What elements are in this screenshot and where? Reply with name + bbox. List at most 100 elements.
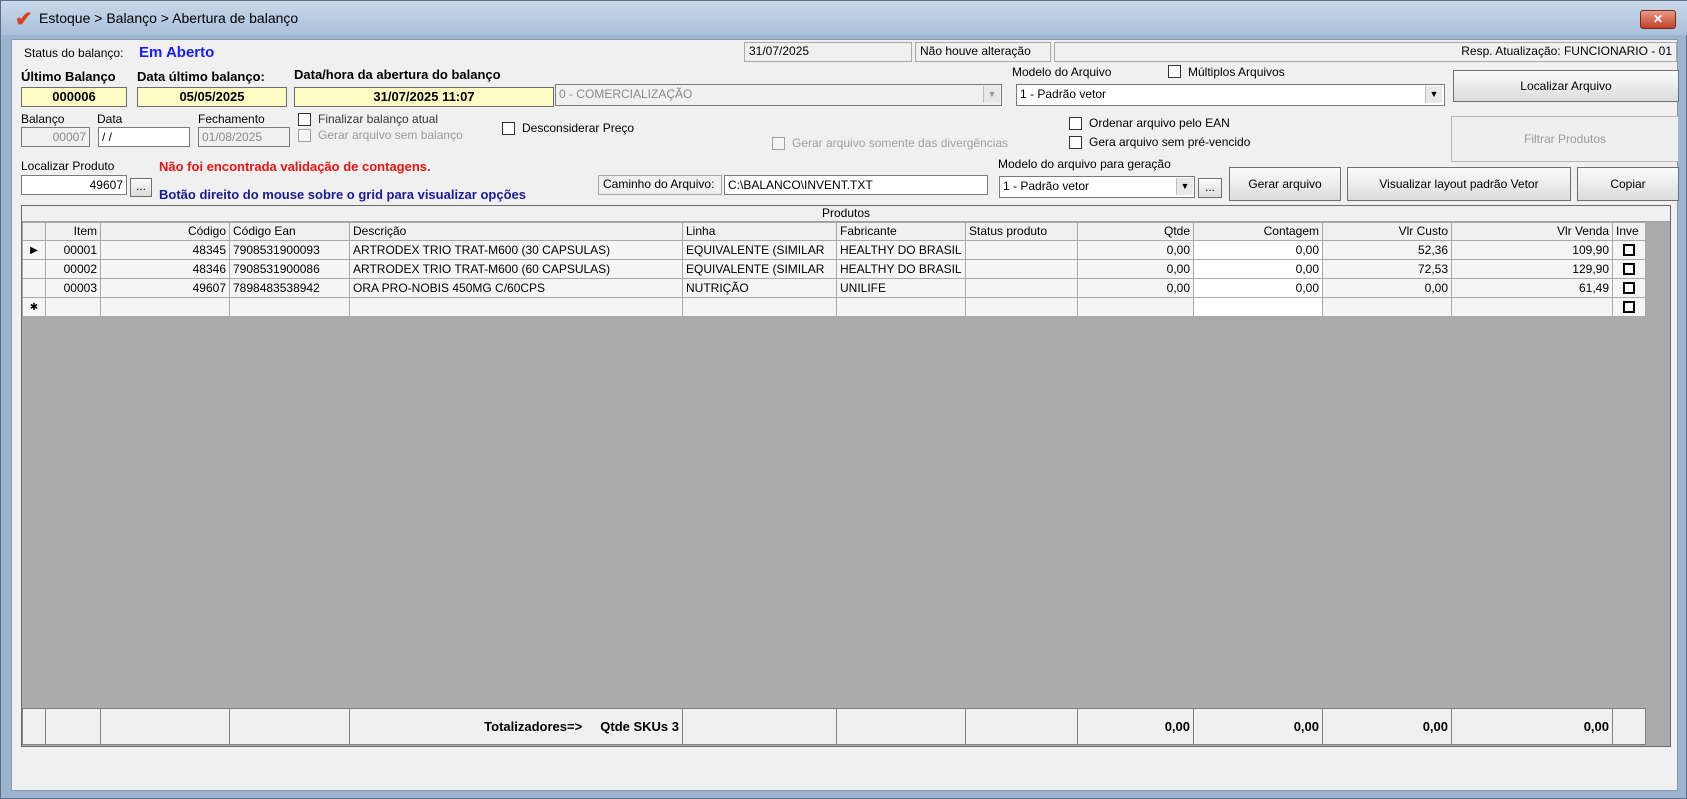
row-selector-header: [22, 222, 46, 241]
cell-codigo[interactable]: 48346: [100, 259, 230, 279]
localizar-produto-input[interactable]: 49607: [21, 175, 127, 195]
modelo-geracao-dots-button[interactable]: ...: [1198, 178, 1222, 198]
cell-inve[interactable]: [1612, 259, 1646, 279]
cell-fabricante[interactable]: HEALTHY DO BRASIL: [836, 240, 966, 260]
cell-ean[interactable]: 7908531900093: [229, 240, 350, 260]
cell-fabricante[interactable]: UNILIFE: [836, 278, 966, 298]
cell-item[interactable]: 00001: [45, 240, 101, 260]
filtrar-produtos-button[interactable]: Filtrar Produtos: [1451, 116, 1679, 162]
cell-ean[interactable]: 7898483538942: [229, 278, 350, 298]
col-header-fabricante[interactable]: Fabricante: [836, 222, 966, 241]
produtos-grid[interactable]: Produtos Item Código Código Ean Descriçã…: [21, 205, 1671, 747]
cell-linha[interactable]: EQUIVALENTE (SIMILAR: [682, 259, 837, 279]
modelo-geracao-combo[interactable]: 1 - Padrão vetor: [999, 176, 1195, 198]
new-cell[interactable]: [682, 297, 837, 317]
col-header-contagem[interactable]: Contagem: [1193, 222, 1323, 241]
inve-checkbox[interactable]: [1623, 282, 1635, 295]
desconsiderar-checkbox[interactable]: [502, 122, 515, 135]
col-header-item[interactable]: Item: [45, 222, 101, 241]
cell-linha[interactable]: NUTRIÇÃO: [682, 278, 837, 298]
new-cell[interactable]: [229, 297, 350, 317]
cell-fabricante[interactable]: HEALTHY DO BRASIL: [836, 259, 966, 279]
col-header-descricao[interactable]: Descrição: [349, 222, 683, 241]
cell-inve[interactable]: [1612, 297, 1646, 317]
col-header-linha[interactable]: Linha: [682, 222, 837, 241]
gerar-arquivo-button[interactable]: Gerar arquivo: [1229, 167, 1341, 201]
new-cell[interactable]: [965, 297, 1078, 317]
somente-div-checkbox[interactable]: [772, 137, 785, 150]
cell-status[interactable]: [965, 278, 1078, 298]
cell-descricao[interactable]: ARTRODEX TRIO TRAT-M600 (60 CAPSULAS): [349, 259, 683, 279]
row-selector[interactable]: [22, 278, 46, 298]
chevron-down-icon[interactable]: ▼: [1425, 86, 1442, 103]
new-cell[interactable]: [349, 297, 683, 317]
new-cell[interactable]: [1322, 297, 1452, 317]
new-cell[interactable]: [100, 297, 230, 317]
totals-blank: [1612, 708, 1646, 745]
cell-custo[interactable]: 52,36: [1322, 240, 1452, 260]
cell-item[interactable]: 00002: [45, 259, 101, 279]
close-button[interactable]: ✕: [1640, 10, 1676, 29]
inve-checkbox[interactable]: [1623, 263, 1635, 276]
table-row[interactable]: 00002 48346 7908531900086 ARTRODEX TRIO …: [22, 259, 1646, 279]
cell-status[interactable]: [965, 240, 1078, 260]
cell-venda[interactable]: 109,90: [1451, 240, 1613, 260]
chevron-down-icon[interactable]: ▼: [1176, 178, 1193, 195]
new-cell[interactable]: [1193, 297, 1323, 317]
gerar-sem-checkbox[interactable]: [298, 129, 311, 142]
modelo-geracao-value: 1 - Padrão vetor: [1003, 179, 1090, 193]
col-header-codigo[interactable]: Código: [100, 222, 230, 241]
cell-inve[interactable]: [1612, 278, 1646, 298]
new-cell[interactable]: [1077, 297, 1194, 317]
cell-qtde[interactable]: 0,00: [1077, 278, 1194, 298]
col-header-venda[interactable]: Vlr Venda: [1451, 222, 1613, 241]
cell-custo[interactable]: 0,00: [1322, 278, 1452, 298]
cell-codigo[interactable]: 48345: [100, 240, 230, 260]
copiar-button[interactable]: Copiar: [1577, 167, 1679, 201]
table-row[interactable]: ▶ 00001 48345 7908531900093 ARTRODEX TRI…: [22, 240, 1646, 260]
cell-contagem[interactable]: 0,00: [1193, 278, 1323, 298]
cell-custo[interactable]: 72,53: [1322, 259, 1452, 279]
cell-descricao[interactable]: ORA PRO-NOBIS 450MG C/60CPS: [349, 278, 683, 298]
title-bar: ✔ Estoque > Balanço > Abertura de balanç…: [1, 1, 1687, 35]
row-selector[interactable]: [22, 259, 46, 279]
col-header-status[interactable]: Status produto: [965, 222, 1078, 241]
visualizar-layout-button[interactable]: Visualizar layout padrão Vetor: [1347, 167, 1571, 201]
table-row[interactable]: 00003 49607 7898483538942 ORA PRO-NOBIS …: [22, 278, 1646, 298]
col-header-ean[interactable]: Código Ean: [229, 222, 350, 241]
col-header-custo[interactable]: Vlr Custo: [1322, 222, 1452, 241]
localizar-produto-dots-button[interactable]: ...: [130, 178, 152, 197]
cell-descricao[interactable]: ARTRODEX TRIO TRAT-M600 (30 CAPSULAS): [349, 240, 683, 260]
grid-caption: Produtos: [22, 206, 1670, 222]
cell-qtde[interactable]: 0,00: [1077, 240, 1194, 260]
data-field[interactable]: / /: [98, 127, 190, 147]
sem-prevenc-checkbox[interactable]: [1069, 136, 1082, 149]
inve-checkbox[interactable]: [1623, 301, 1635, 314]
new-row[interactable]: ✱: [22, 297, 1646, 317]
somente-div-label: Gerar arquivo somente das divergências: [792, 136, 1009, 150]
cell-status[interactable]: [965, 259, 1078, 279]
caminho-input[interactable]: C:\BALANCO\INVENT.TXT: [724, 175, 988, 195]
modelo-combo[interactable]: 1 - Padrão vetor: [1016, 84, 1445, 106]
cell-ean[interactable]: 7908531900086: [229, 259, 350, 279]
cell-qtde[interactable]: 0,00: [1077, 259, 1194, 279]
cell-inve[interactable]: [1612, 240, 1646, 260]
new-cell[interactable]: [836, 297, 966, 317]
change-status: Não houve alteração: [915, 42, 1051, 62]
col-header-inve[interactable]: Inve: [1612, 222, 1646, 241]
multiplos-checkbox[interactable]: [1168, 65, 1181, 78]
new-cell[interactable]: [1451, 297, 1613, 317]
inve-checkbox[interactable]: [1623, 244, 1635, 257]
new-cell[interactable]: [45, 297, 101, 317]
cell-codigo[interactable]: 49607: [100, 278, 230, 298]
cell-venda[interactable]: 129,90: [1451, 259, 1613, 279]
cell-venda[interactable]: 61,49: [1451, 278, 1613, 298]
cell-linha[interactable]: EQUIVALENTE (SIMILAR: [682, 240, 837, 260]
cell-item[interactable]: 00003: [45, 278, 101, 298]
cell-contagem[interactable]: 0,00: [1193, 240, 1323, 260]
finalizar-checkbox[interactable]: [298, 113, 311, 126]
col-header-qtde[interactable]: Qtde: [1077, 222, 1194, 241]
cell-contagem[interactable]: 0,00: [1193, 259, 1323, 279]
ordenar-ean-checkbox[interactable]: [1069, 117, 1082, 130]
localizar-arquivo-button[interactable]: Localizar Arquivo: [1453, 70, 1679, 102]
